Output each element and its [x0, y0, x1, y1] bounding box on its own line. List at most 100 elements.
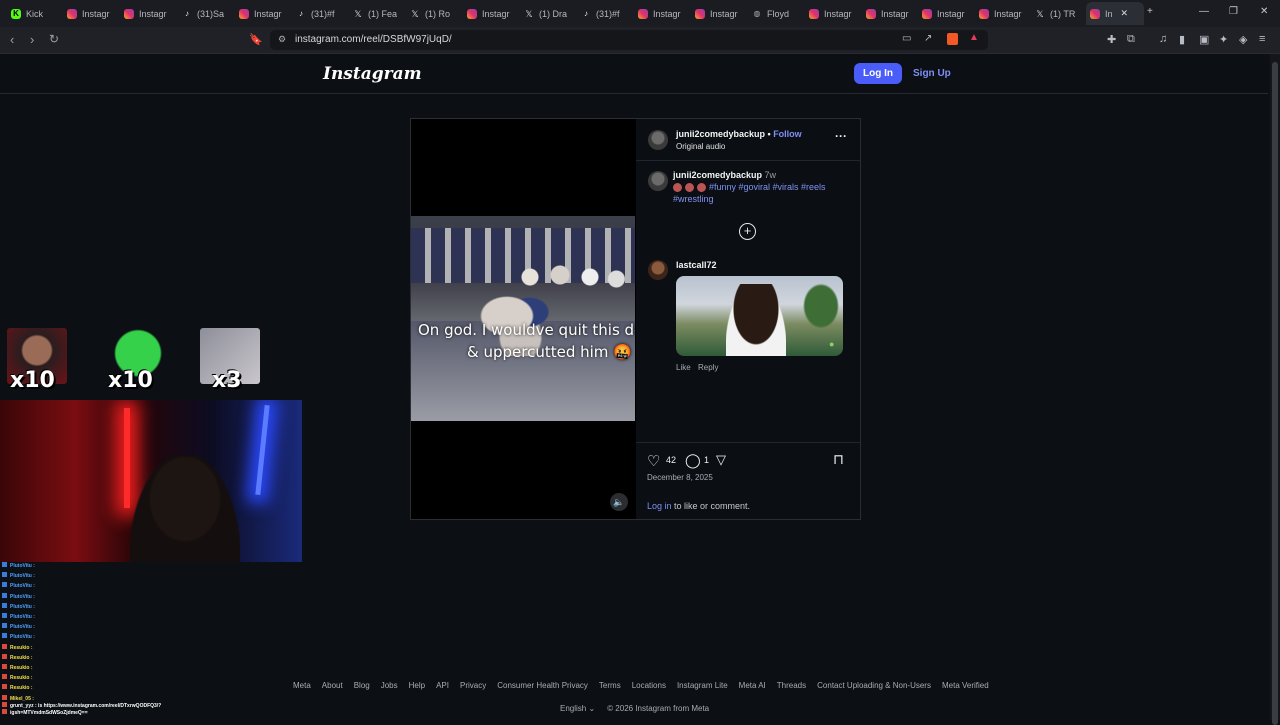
- footer-link[interactable]: Blog: [354, 681, 370, 690]
- browser-tab[interactable]: Instagr: [467, 4, 515, 23]
- browser-tab[interactable]: Instagr: [695, 4, 743, 23]
- chat-text: igsh=MTVmdmSdWSoZjdmeQ==: [10, 710, 88, 716]
- like-count[interactable]: 42: [666, 455, 676, 465]
- footer-link[interactable]: Meta: [293, 681, 311, 690]
- screenshot-icon[interactable]: ⧉: [1127, 33, 1135, 46]
- heart-icon[interactable]: ♡: [647, 452, 660, 470]
- reel-video[interactable]: On god. I wouldve quit this doubl & uppe…: [411, 119, 635, 519]
- instagram-logo[interactable]: Instagram: [323, 64, 422, 84]
- commenter-avatar[interactable]: [648, 260, 668, 280]
- footer-links: Meta About Blog Jobs Help API Privacy Consumer …: [293, 681, 989, 690]
- chat-message: igsh=MTVmdmSdWSoZjdmeQ==: [2, 709, 88, 716]
- leo-ai-icon[interactable]: ✦: [1219, 33, 1228, 46]
- browser-tab[interactable]: Instagr: [979, 4, 1027, 23]
- comment-count[interactable]: 1: [704, 455, 709, 465]
- brave-shield-icon[interactable]: [947, 33, 958, 45]
- browser-tab[interactable]: 𝕏 (1) TR: [1035, 4, 1083, 23]
- footer-link[interactable]: Meta Verified: [942, 681, 989, 690]
- browser-tab[interactable]: ♪ (31)Sa: [182, 4, 230, 23]
- author-username[interactable]: junii2comedybackup: [676, 129, 765, 139]
- save-icon[interactable]: ⊓: [833, 451, 844, 468]
- browser-tab[interactable]: Instagr: [239, 4, 287, 23]
- address-bar[interactable]: ⚙ instagram.com/reel/DSBfW97jUqD/ ▭ ↗ ▲: [270, 30, 988, 50]
- tab-label: Instagr: [82, 8, 110, 19]
- extensions-icon[interactable]: ✚: [1107, 33, 1116, 46]
- chat-message: PlutoVitu :: [2, 613, 35, 620]
- reload-icon[interactable]: ↻: [49, 32, 59, 46]
- hashtags[interactable]: #funny #goviral #virals #reels #wrestlin…: [673, 182, 826, 204]
- browser-tab[interactable]: Instagr: [866, 4, 914, 23]
- minimize-icon[interactable]: —: [1199, 6, 1209, 17]
- browser-tab[interactable]: K Kick: [11, 4, 59, 23]
- signup-button[interactable]: Sign Up: [913, 63, 951, 84]
- instagram-icon: [467, 8, 477, 19]
- close-window-icon[interactable]: ✕: [1260, 6, 1268, 17]
- back-icon[interactable]: ‹: [10, 32, 14, 47]
- cast-icon[interactable]: ▭: [902, 33, 911, 44]
- mute-icon[interactable]: 🔈: [610, 493, 628, 511]
- page-scrollbar[interactable]: [1270, 54, 1280, 725]
- caption-username[interactable]: junii2comedybackup: [673, 170, 762, 180]
- login-button[interactable]: Log In: [854, 63, 902, 84]
- post-author[interactable]: junii2comedybackup • Follow: [676, 129, 802, 139]
- close-tab-icon[interactable]: ✕: [1121, 8, 1129, 19]
- instagram-icon: [124, 8, 134, 19]
- browser-tab[interactable]: Instagr: [67, 4, 115, 23]
- comment-username[interactable]: lastcall72: [676, 260, 717, 270]
- footer-link[interactable]: Jobs: [381, 681, 398, 690]
- wallet-icon[interactable]: ▣: [1199, 33, 1209, 46]
- browser-tab[interactable]: In ✕: [1086, 2, 1144, 25]
- browser-tab[interactable]: 𝕏 (1) Dra: [524, 4, 572, 23]
- browser-tab[interactable]: Instagr: [638, 4, 686, 23]
- login-link[interactable]: Log in: [647, 501, 672, 511]
- url-text[interactable]: instagram.com/reel/DSBfW97jUqD/: [295, 34, 452, 45]
- more-options-icon[interactable]: ···: [835, 129, 847, 143]
- bookmark-icon[interactable]: 🔖: [249, 33, 263, 46]
- media-icon[interactable]: ♫: [1159, 33, 1167, 45]
- menu-icon[interactable]: ≡: [1259, 33, 1265, 45]
- follow-button[interactable]: Follow: [773, 129, 802, 139]
- browser-tab[interactable]: ◍ Floyd: [752, 4, 800, 23]
- comment-like-button[interactable]: Like: [676, 363, 691, 372]
- share-icon[interactable]: ↗: [924, 33, 932, 44]
- footer-link[interactable]: Privacy: [460, 681, 486, 690]
- emoji-icon: [673, 183, 682, 193]
- footer-link[interactable]: Meta AI: [739, 681, 766, 690]
- comment-gif[interactable]: ●: [676, 276, 843, 356]
- new-tab-button[interactable]: +: [1147, 6, 1153, 17]
- browser-tab[interactable]: 𝕏 (1) Ro: [410, 4, 458, 23]
- footer-link[interactable]: Contact Uploading & Non-Users: [817, 681, 931, 690]
- footer-link[interactable]: Terms: [599, 681, 621, 690]
- chat-badge-icon: [2, 572, 7, 578]
- chat-text: Resukio :: [10, 665, 33, 671]
- avatar[interactable]: [648, 130, 668, 150]
- footer-link[interactable]: Instagram Lite: [677, 681, 728, 690]
- browser-tab[interactable]: ♪ (31)#f: [296, 4, 344, 23]
- forward-icon[interactable]: ›: [30, 32, 34, 47]
- caption-avatar[interactable]: [648, 171, 668, 191]
- brave-rewards-icon[interactable]: ▲: [969, 32, 979, 43]
- restore-icon[interactable]: ❐: [1229, 6, 1238, 17]
- sidebar-icon[interactable]: ▮: [1179, 33, 1185, 46]
- footer-link[interactable]: Consumer Health Privacy: [497, 681, 588, 690]
- browser-tab[interactable]: ♪ (31)#f: [581, 4, 629, 23]
- add-comment-icon[interactable]: +: [739, 223, 756, 240]
- language-label[interactable]: English: [560, 704, 586, 713]
- audio-label[interactable]: Original audio: [676, 142, 725, 151]
- footer-link[interactable]: Locations: [632, 681, 666, 690]
- site-info-icon[interactable]: ⚙: [278, 34, 286, 45]
- share-icon[interactable]: ▽: [716, 452, 726, 468]
- footer-link[interactable]: Help: [409, 681, 425, 690]
- footer-link[interactable]: API: [436, 681, 449, 690]
- footer-link[interactable]: About: [322, 681, 343, 690]
- browser-tab[interactable]: 𝕏 (1) Fea: [353, 4, 401, 23]
- browser-tab[interactable]: Instagr: [922, 4, 970, 23]
- browser-tab[interactable]: Instagr: [809, 4, 857, 23]
- browser-tab[interactable]: Instagr: [124, 4, 172, 23]
- scrollbar-thumb[interactable]: [1272, 62, 1278, 725]
- comment-reply-button[interactable]: Reply: [698, 363, 718, 372]
- comment-icon[interactable]: ◯: [685, 452, 701, 469]
- footer-link[interactable]: Threads: [777, 681, 806, 690]
- language-select[interactable]: English ⌄: [560, 704, 595, 713]
- vpn-icon[interactable]: ◈: [1239, 33, 1247, 46]
